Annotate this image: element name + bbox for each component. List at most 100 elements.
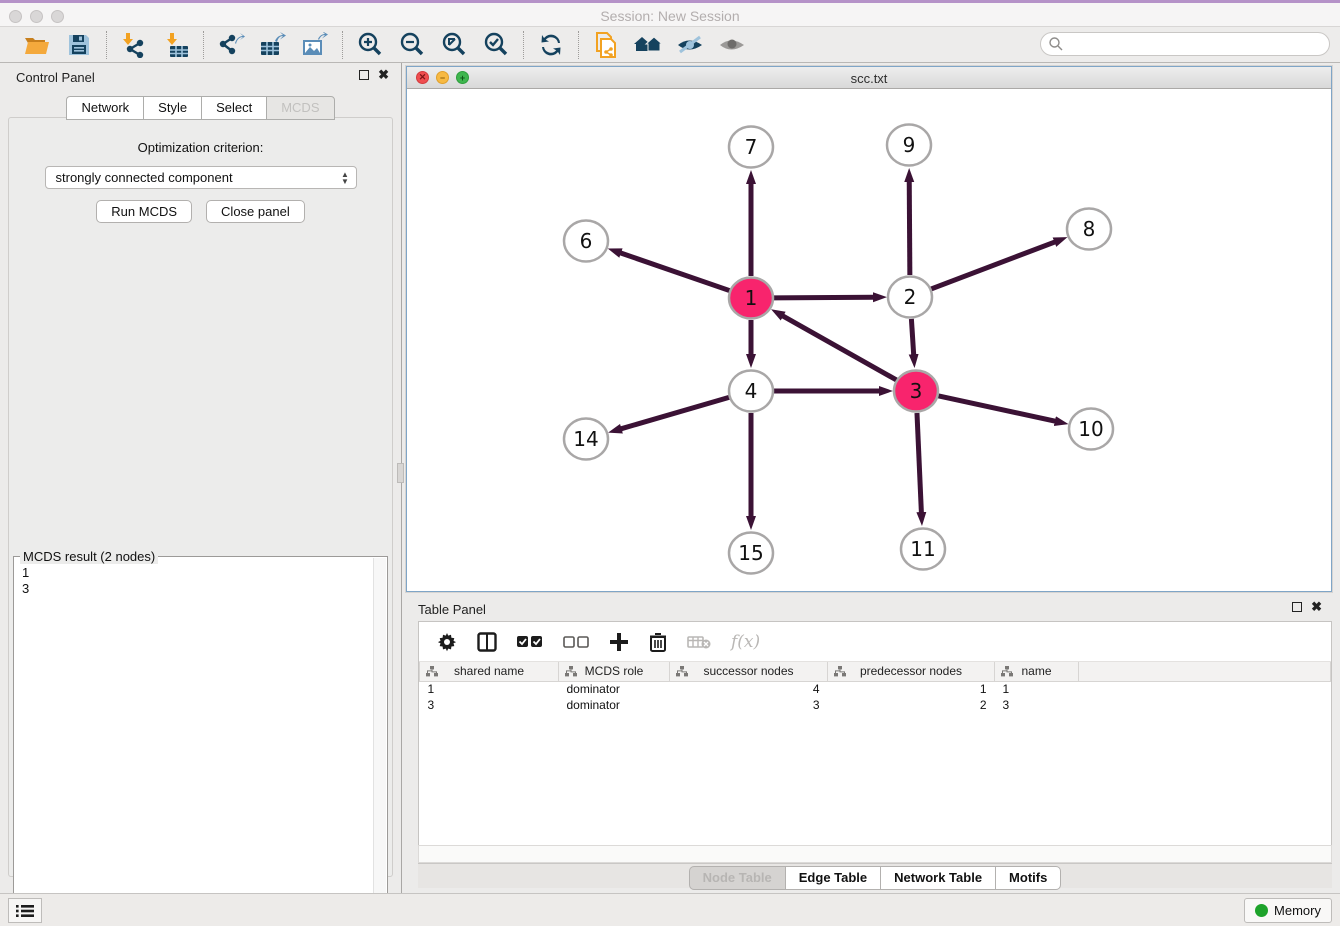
node-10[interactable]: 10 xyxy=(1069,409,1113,450)
panel-splitter-handle[interactable] xyxy=(397,463,404,483)
node-8[interactable]: 8 xyxy=(1067,209,1111,250)
run-mcds-button[interactable]: Run MCDS xyxy=(96,200,192,223)
table-header-row[interactable]: shared nameMCDS rolesuccessor nodesprede… xyxy=(420,662,1331,681)
table-row[interactable]: 3dominator323 xyxy=(420,697,1331,713)
node-4[interactable]: 4 xyxy=(729,371,773,412)
select-all-icon[interactable] xyxy=(517,635,543,649)
edge-1-2[interactable] xyxy=(773,297,874,298)
zoom-out-icon[interactable] xyxy=(397,31,427,59)
cell[interactable]: 1 xyxy=(828,681,995,697)
delete-column-icon[interactable] xyxy=(649,632,667,652)
cell[interactable]: 4 xyxy=(670,681,828,697)
import-table-icon[interactable] xyxy=(161,31,191,59)
node-table: shared nameMCDS rolesuccessor nodesprede… xyxy=(419,662,1331,713)
export-table-icon[interactable] xyxy=(258,31,288,59)
edge-2-9[interactable] xyxy=(909,181,910,275)
open-session-icon[interactable] xyxy=(22,31,52,59)
hide-selected-icon[interactable] xyxy=(675,31,705,59)
cell[interactable]: 3 xyxy=(995,697,1079,713)
tab-node-table[interactable]: Node Table xyxy=(689,866,785,890)
network-graph[interactable]: 7 9 6 8 1 2 4 3 14 10 15 11 xyxy=(407,89,1331,591)
node-15[interactable]: 15 xyxy=(729,533,773,574)
import-network-icon[interactable] xyxy=(119,31,149,59)
column-header-MCDS-role[interactable]: MCDS role xyxy=(559,662,670,681)
column-header-name[interactable]: name xyxy=(995,662,1079,681)
edge-3-11[interactable] xyxy=(917,413,921,513)
memory-label: Memory xyxy=(1274,903,1321,918)
node-2[interactable]: 2 xyxy=(888,277,932,318)
close-panel-icon[interactable]: ✖ xyxy=(378,70,389,80)
close-panel-button[interactable]: Close panel xyxy=(206,200,305,223)
close-table-panel-icon[interactable]: ✖ xyxy=(1311,602,1322,612)
search-input[interactable] xyxy=(1040,32,1330,56)
mcds-result-scrollbar[interactable] xyxy=(373,558,386,926)
node-1[interactable]: 1 xyxy=(729,278,773,319)
application-window: Session: New Session xyxy=(0,0,1340,926)
mcds-result-text[interactable]: 13 xyxy=(14,559,373,926)
cell[interactable]: 3 xyxy=(420,697,559,713)
memory-button[interactable]: Memory xyxy=(1244,898,1332,923)
cell[interactable]: 3 xyxy=(670,697,828,713)
tab-style[interactable]: Style xyxy=(143,96,201,120)
table-horizontal-scrollbar[interactable] xyxy=(418,845,1332,863)
tab-edge-table[interactable]: Edge Table xyxy=(785,866,880,890)
node-6[interactable]: 6 xyxy=(564,221,608,262)
control-panel-title: Control Panel xyxy=(16,70,95,85)
show-column-icon[interactable] xyxy=(477,632,497,652)
task-history-button[interactable] xyxy=(8,898,42,923)
tab-network-table[interactable]: Network Table xyxy=(880,866,995,890)
delete-table-icon[interactable] xyxy=(687,634,711,650)
cell[interactable]: dominator xyxy=(559,697,670,713)
cell[interactable]: dominator xyxy=(559,681,670,697)
table-settings-icon[interactable] xyxy=(437,632,457,652)
network-window-titlebar[interactable]: ✕ − + scc.txt xyxy=(407,67,1331,89)
node-14[interactable]: 14 xyxy=(564,419,608,460)
function-builder-icon[interactable]: f(x) xyxy=(731,632,760,652)
svg-text:2: 2 xyxy=(904,285,917,309)
node-11[interactable]: 11 xyxy=(901,529,945,570)
zoom-fit-icon[interactable] xyxy=(439,31,469,59)
tab-motifs[interactable]: Motifs xyxy=(995,866,1061,890)
table-toolbar: f(x) xyxy=(419,622,1331,662)
svg-text:6: 6 xyxy=(580,229,593,253)
edge-2-3[interactable] xyxy=(911,319,913,355)
float-table-panel-icon[interactable] xyxy=(1292,602,1302,612)
cell[interactable]: 2 xyxy=(828,697,995,713)
tab-mcds[interactable]: MCDS xyxy=(266,96,334,120)
clone-network-icon[interactable] xyxy=(591,31,621,59)
column-header-shared-name[interactable]: shared name xyxy=(420,662,559,681)
zoom-in-icon[interactable] xyxy=(355,31,385,59)
svg-text:10: 10 xyxy=(1078,417,1103,441)
float-panel-icon[interactable] xyxy=(359,70,369,80)
export-network-icon[interactable] xyxy=(216,31,246,59)
edge-3-1[interactable] xyxy=(782,316,896,381)
deselect-all-icon[interactable] xyxy=(563,635,589,649)
node-9[interactable]: 9 xyxy=(887,125,931,166)
export-image-icon[interactable] xyxy=(300,31,330,59)
svg-text:8: 8 xyxy=(1083,217,1096,241)
add-column-icon[interactable] xyxy=(609,632,629,652)
node-7[interactable]: 7 xyxy=(729,127,773,168)
column-header-successor-nodes[interactable]: successor nodes xyxy=(670,662,828,681)
table-panel: Table Panel ✖ xyxy=(406,595,1332,888)
edge-4-14[interactable] xyxy=(621,397,730,429)
cell[interactable]: 1 xyxy=(420,681,559,697)
network-window-title: scc.txt xyxy=(407,71,1331,86)
criterion-select[interactable]: strongly connected component ▲▼ xyxy=(45,166,357,189)
edge-2-8[interactable] xyxy=(931,242,1056,289)
column-header-predecessor-nodes[interactable]: predecessor nodes xyxy=(828,662,995,681)
edge-1-6[interactable] xyxy=(620,253,730,291)
home-icon[interactable] xyxy=(633,31,663,59)
main-toolbar xyxy=(0,27,1340,63)
refresh-layout-icon[interactable] xyxy=(536,31,566,59)
edge-3-10[interactable] xyxy=(937,396,1055,422)
tab-select[interactable]: Select xyxy=(201,96,266,120)
network-canvas[interactable]: 7 9 6 8 1 2 4 3 14 10 15 11 xyxy=(407,89,1331,591)
show-all-icon[interactable] xyxy=(717,31,747,59)
table-row[interactable]: 1dominator411 xyxy=(420,681,1331,697)
zoom-selected-icon[interactable] xyxy=(481,31,511,59)
node-3[interactable]: 3 xyxy=(894,371,938,412)
save-session-icon[interactable] xyxy=(64,31,94,59)
tab-network[interactable]: Network xyxy=(66,96,143,120)
cell[interactable]: 1 xyxy=(995,681,1079,697)
